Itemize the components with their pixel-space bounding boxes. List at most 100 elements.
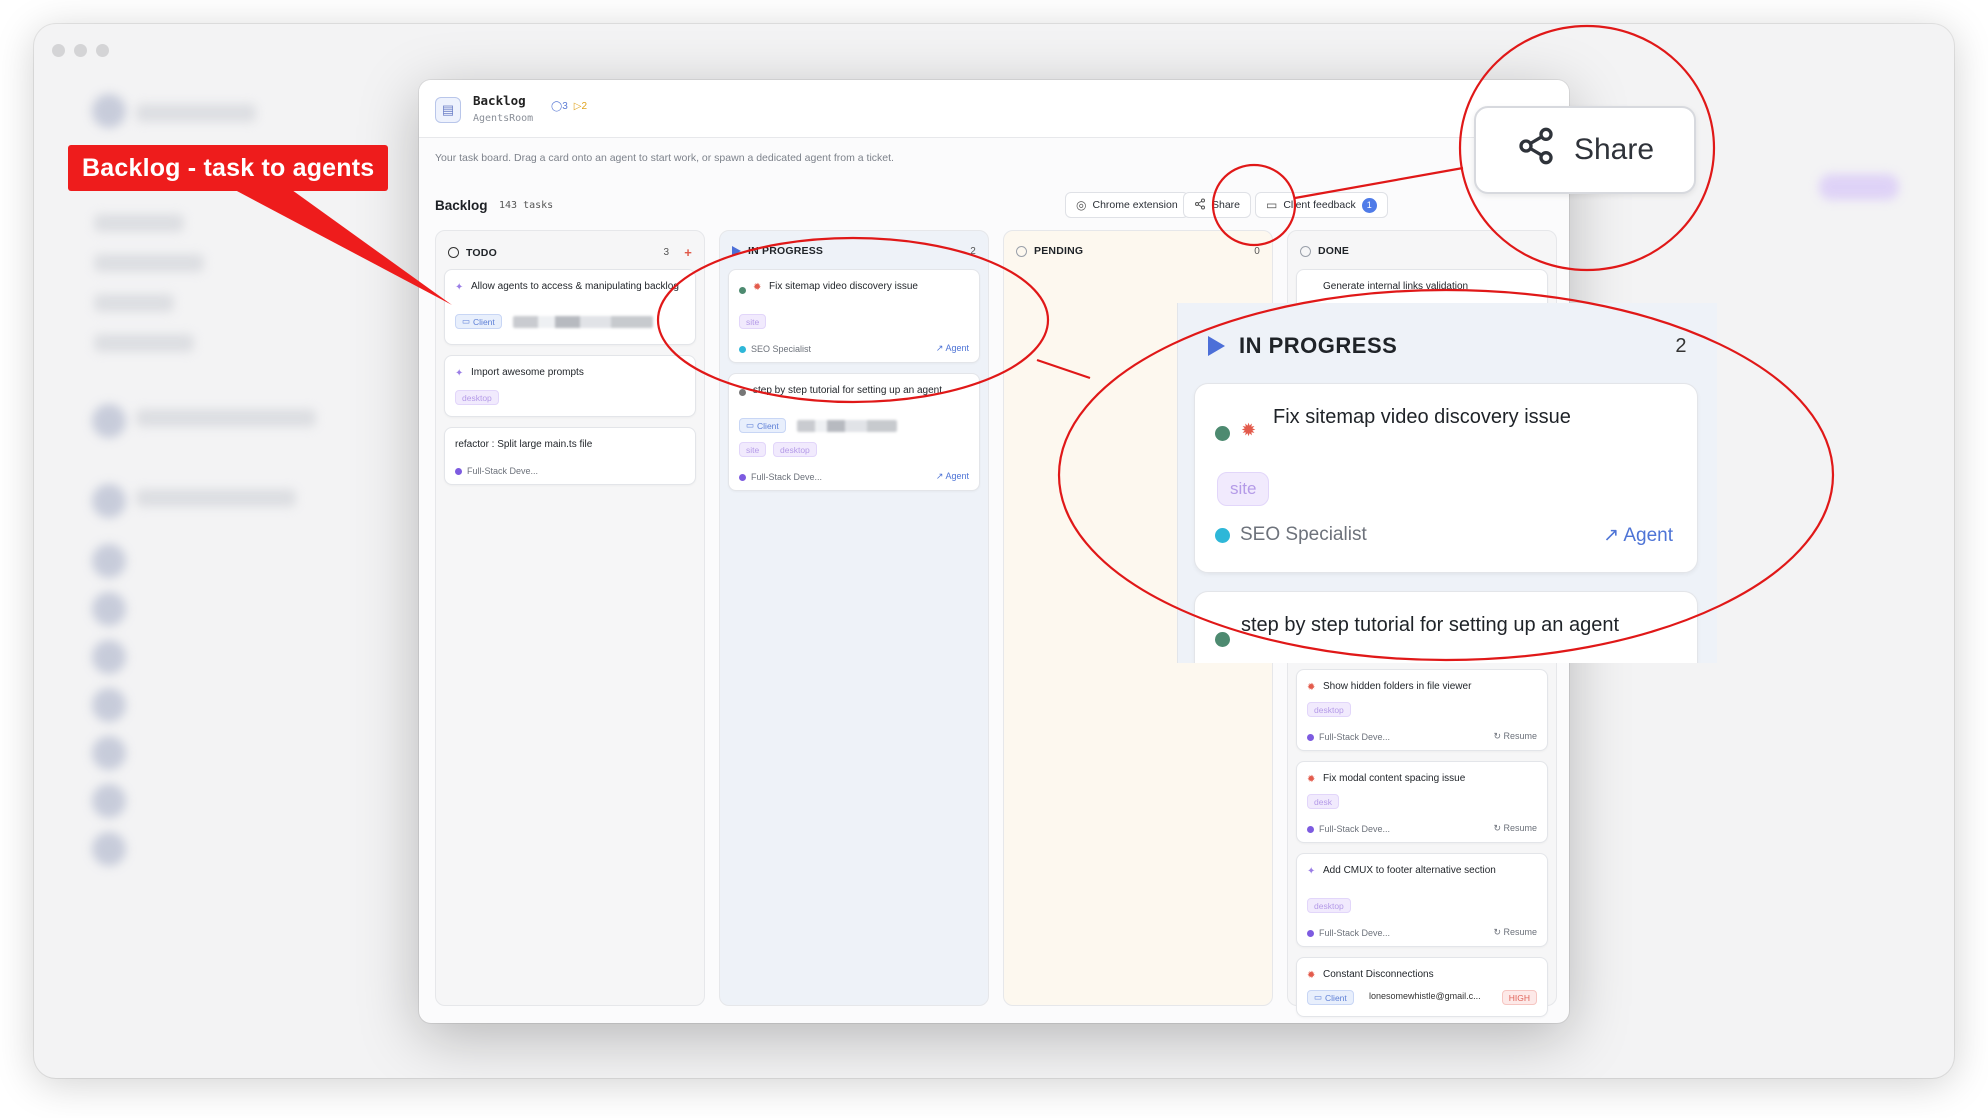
client-tag: ▭ Client (1307, 990, 1354, 1005)
client-feedback-button[interactable]: ▭ Client feedback 1 (1255, 192, 1388, 218)
task-title: Generate internal links validation (1323, 281, 1469, 292)
task-card[interactable]: ✹ Fix sitemap video discovery issue site… (728, 269, 980, 363)
bug-icon: ✹ (1241, 420, 1257, 440)
task-card[interactable]: ✹ Show hidden folders in file viewer des… (1296, 669, 1548, 751)
assigned-agent: SEO Specialist (1215, 524, 1367, 546)
status-counts: ◯3 ▷2 (551, 101, 587, 112)
task-card[interactable]: step by step tutorial for setting up an … (728, 373, 980, 491)
tag-label: Client (473, 316, 495, 327)
modal-subtitle: AgentsRoom (473, 113, 534, 124)
column-label: PENDING (1034, 245, 1084, 257)
task-card[interactable]: ✦ Import awesome prompts desktop (444, 355, 696, 417)
client-tag: ▭ Client (455, 314, 502, 329)
zoomed-in-progress-panel: IN PROGRESS 2 ✹ Fix sitemap video discov… (1177, 303, 1717, 663)
task-title: Import awesome prompts (471, 367, 584, 378)
agent-name: Full-Stack Deve... (1319, 732, 1391, 742)
site-tag: site (1217, 472, 1270, 506)
agent-name: Full-Stack Deve... (1319, 824, 1391, 834)
assigned-agent: Full-Stack Deve... (455, 466, 538, 476)
column-todo: TODO 3 + ✦ Allow agents to access & mani… (435, 230, 705, 1006)
resume-button[interactable]: ↻ Resume (1493, 823, 1537, 834)
client-feedback-label: Client feedback (1283, 199, 1356, 211)
redacted-text (797, 420, 897, 432)
chat-icon: ▭ (462, 316, 471, 326)
column-header-done: DONE (1300, 245, 1544, 257)
share-icon (1194, 198, 1206, 213)
task-count: 143 tasks (499, 200, 554, 211)
column-label: TODO (466, 246, 497, 259)
assigned-agent: Full-Stack Deve... (1307, 732, 1390, 742)
column-count: 3 (663, 247, 670, 258)
assigned-agent: SEO Specialist (739, 344, 811, 354)
column-header-in-progress: IN PROGRESS 2 (732, 245, 976, 257)
modal-header: ▤ Backlog AgentsRoom ◯3 ▷2 (419, 80, 1569, 138)
chat-icon: ▭ (1314, 992, 1323, 1002)
zoom-column-count: 2 (1675, 334, 1687, 357)
column-header-todo: TODO 3 + (448, 245, 692, 260)
tag-label: Client (1325, 992, 1347, 1003)
chrome-extension-button[interactable]: ◎ Chrome extension (1065, 192, 1189, 218)
task-title: Fix modal content spacing issue (1323, 773, 1466, 784)
task-title: Show hidden folders in file viewer (1323, 681, 1472, 692)
assigned-agent: Full-Stack Deve... (1307, 824, 1390, 834)
redacted-text (513, 316, 653, 328)
task-title: Add CMUX to footer alternative section (1323, 865, 1496, 876)
board-icon: ▤ (435, 97, 461, 123)
resume-label: Resume (1503, 823, 1537, 833)
sparkle-icon: ✦ (455, 282, 464, 293)
client-tag: ▭ Client (739, 418, 786, 433)
bug-icon: ✹ (1307, 774, 1316, 785)
resume-button[interactable]: ↻ Resume (1493, 927, 1537, 938)
desktop-tag: desktop (1307, 702, 1351, 717)
chat-icon: ▭ (746, 420, 755, 430)
play-icon (732, 246, 741, 256)
zoom-column-header: IN PROGRESS 2 (1208, 333, 1687, 359)
assigned-agent: Full-Stack Deve... (739, 472, 822, 482)
resume-label: Resume (1503, 927, 1537, 937)
task-card[interactable]: ✦ Add CMUX to footer alternative section… (1296, 853, 1548, 947)
task-card[interactable]: ✹ Fix modal content spacing issue desk F… (1296, 761, 1548, 843)
status-dot (1215, 632, 1230, 647)
task-card[interactable]: ✦ Allow agents to access & manipulating … (444, 269, 696, 345)
agent-name: SEO Specialist (1240, 524, 1367, 545)
zoom-task-card[interactable]: step by step tutorial for setting up an … (1194, 591, 1698, 663)
task-card[interactable]: refactor : Split large main.ts file Full… (444, 427, 696, 485)
play-icon (1208, 336, 1225, 356)
site-tag: site (739, 314, 767, 329)
share-button[interactable]: Share (1183, 192, 1252, 218)
resume-label: Resume (1503, 731, 1537, 741)
column-count: 0 (1254, 245, 1260, 257)
open-agent-link[interactable]: ↗ Agent (936, 471, 969, 482)
agent-name: Full-Stack Deve... (1319, 928, 1391, 938)
desktop-tag: desktop (455, 390, 499, 405)
task-title: Allow agents to access & manipulating ba… (471, 281, 679, 292)
task-card[interactable]: ✹ Constant Disconnections ▭ Client loneso… (1296, 957, 1548, 1017)
board-hint: Your task board. Drag a card onto an age… (435, 152, 894, 164)
task-title: Fix sitemap video discovery issue (769, 281, 918, 292)
desktop-tag: desktop (773, 442, 817, 457)
desktop-tag: desk (1307, 794, 1339, 809)
chat-icon: ▭ (1266, 198, 1278, 212)
bug-icon: ✹ (1307, 682, 1316, 693)
share-zoom-label: Share (1573, 133, 1655, 166)
add-task-button[interactable]: + (684, 245, 692, 260)
open-agent-link[interactable]: ↗ Agent (936, 343, 969, 354)
open-agent-link[interactable]: ↗ Agent (1603, 524, 1673, 547)
resume-button[interactable]: ↻ Resume (1493, 731, 1537, 742)
task-title: refactor : Split large main.ts file (455, 439, 593, 450)
site-tag: site (739, 442, 767, 457)
sparkle-icon: ✦ (1307, 866, 1316, 877)
bug-icon: ✹ (753, 282, 762, 293)
zoomed-share-button[interactable]: Share (1474, 106, 1696, 194)
circle-icon (448, 247, 459, 258)
agent-name: Full-Stack Deve... (467, 466, 539, 476)
zoom-task-card[interactable]: ✹ Fix sitemap video discovery issue site… (1194, 383, 1698, 573)
column-in-progress: IN PROGRESS 2 ✹ Fix sitemap video discov… (719, 230, 989, 1006)
progress-count-badge: ▷2 (573, 101, 588, 112)
check-circle-icon (1300, 245, 1311, 257)
column-label: DONE (1318, 245, 1350, 257)
status-dot (739, 388, 746, 399)
board-title: Backlog (435, 198, 488, 213)
share-icon (1516, 126, 1556, 174)
status-dot (1215, 426, 1230, 441)
